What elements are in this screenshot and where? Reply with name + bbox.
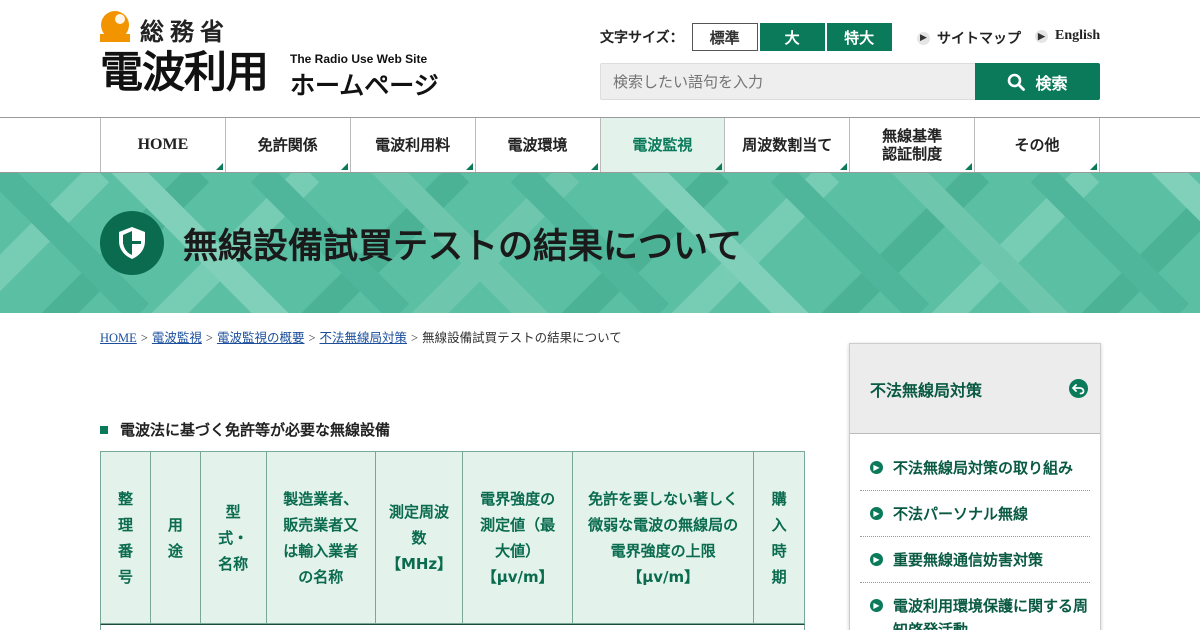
nav-item-certification[interactable]: 無線基準 認証制度: [850, 118, 976, 172]
column-header-purchase-date: 購入時期: [753, 451, 805, 624]
breadcrumb-separator: >: [205, 331, 213, 345]
chevron-right-icon: ▶: [870, 461, 883, 474]
logo-subtitle-ja: ホームページ: [290, 71, 439, 100]
column-header-manufacturer: 製造業者、販売業者又は輸入業者の名称: [265, 451, 376, 624]
column-header-number: 整理番号: [100, 451, 151, 624]
breadcrumb-link-illegal-stations[interactable]: 不法無線局対策: [320, 331, 408, 345]
page-title: 無線設備試買テストの結果について: [183, 227, 742, 267]
logo-mark-icon: [100, 11, 130, 42]
breadcrumb-link-monitoring[interactable]: 電波監視: [152, 331, 202, 345]
square-bullet-icon: [100, 425, 108, 434]
global-nav: HOME 免許関係 電波利用料 電波環境 電波監視 周波数割当て 無線基準 認証…: [0, 117, 1200, 173]
search-button[interactable]: 検索: [975, 63, 1100, 100]
section-heading: 電波法に基づく免許等が必要な無線設備: [100, 419, 390, 440]
nav-item-radio-monitoring[interactable]: 電波監視: [600, 118, 726, 172]
sidebar-title: 不法無線局対策: [870, 380, 983, 400]
breadcrumb-link-monitoring-overview[interactable]: 電波監視の概要: [217, 331, 305, 345]
breadcrumb-link-home[interactable]: HOME: [100, 331, 137, 345]
chevron-right-icon: ▶: [917, 31, 930, 45]
site-header: 総務省 電波利用 The Radio Use Web Site ホームページ 文…: [0, 0, 1200, 118]
font-size-standard-button[interactable]: 標準: [691, 23, 758, 51]
sidebar-item-interference-countermeasures[interactable]: ▶ 重要無線通信妨害対策: [860, 537, 1090, 583]
breadcrumb-separator: >: [140, 331, 148, 345]
logo-ministry-name: 総務省: [140, 18, 230, 46]
sidebar-item-illegal-personal-radio[interactable]: ▶ 不法パーソナル無線: [860, 491, 1090, 537]
font-size-extra-large-button[interactable]: 特大: [826, 23, 892, 51]
english-link-label: English: [1055, 28, 1101, 43]
sitemap-link-label: サイトマップ: [937, 31, 1021, 47]
nav-item-radio-fee[interactable]: 電波利用料: [351, 118, 476, 172]
chevron-right-icon: ▶: [870, 553, 883, 566]
nav-item-radio-environment[interactable]: 電波環境: [476, 118, 601, 172]
english-link[interactable]: ▶ English: [1035, 28, 1100, 44]
sidebar-menu: 不法無線局対策 ▶ 不法無線局対策の取り組み ▶ 不法パーソナル無線 ▶ 重要無…: [849, 343, 1101, 630]
column-header-field-strength: 電界強度の測定値（最大値）【μv/m】: [462, 451, 574, 624]
nav-item-licensing[interactable]: 免許関係: [226, 118, 351, 172]
chevron-right-icon: ▶: [1035, 29, 1048, 43]
search-button-label: 検索: [1035, 73, 1068, 93]
breadcrumb-current: 無線設備試買テストの結果について: [422, 330, 622, 345]
nav-item-other[interactable]: その他: [975, 118, 1100, 172]
nav-item-certification-label: 無線基準 認証制度: [882, 127, 943, 163]
breadcrumb-separator: >: [411, 331, 419, 345]
font-size-label: 文字サイズ：: [600, 30, 684, 46]
breadcrumb-separator: >: [308, 331, 316, 345]
page-banner: 無線設備試買テストの結果について: [0, 173, 1200, 313]
breadcrumb: HOME > 電波監視 > 電波監視の概要 > 不法無線局対策 > 無線設備試買テストの結果につ…: [100, 327, 622, 346]
sidebar-item-label: 電波利用環境保護に関する周知啓発活動: [893, 597, 1089, 630]
sidebar-item-label: 不法無線局対策の取り組み: [893, 459, 1074, 477]
chevron-right-icon: ▶: [870, 507, 883, 520]
return-icon[interactable]: [1069, 379, 1088, 398]
column-header-frequency: 測定周波数【MHz】: [374, 451, 464, 624]
sidebar-item-illegal-station-measures[interactable]: ▶ 不法無線局対策の取り組み: [860, 445, 1090, 491]
nav-item-frequency-allocation[interactable]: 周波数割当て: [725, 118, 851, 172]
sidebar-item-awareness-activities[interactable]: ▶ 電波利用環境保護に関する周知啓発活動: [860, 583, 1090, 630]
sidebar-item-label: 重要無線通信妨害対策: [893, 551, 1044, 569]
chevron-right-icon: ▶: [870, 599, 883, 612]
logo-subtitle-en: The Radio Use Web Site: [290, 52, 428, 66]
table-row: [100, 624, 805, 630]
column-header-upper-limit: 免許を要しない著しく微弱な電波の無線局の電界強度の上限【μv/m】: [572, 451, 755, 624]
results-table: 整理番号 用途 型式・名称 製造業者、販売業者又は輸入業者の名称 測定周波数【M…: [100, 451, 805, 630]
sidebar-item-label: 不法パーソナル無線: [893, 505, 1029, 523]
search-icon: [1008, 73, 1026, 91]
column-header-usage: 用途: [149, 451, 201, 624]
sidebar-header[interactable]: 不法無線局対策: [850, 344, 1100, 434]
search-input[interactable]: [600, 63, 976, 100]
site-logo[interactable]: 総務省 電波利用 The Radio Use Web Site ホームページ: [100, 10, 470, 100]
font-size-large-button[interactable]: 大: [759, 23, 825, 51]
nav-item-home[interactable]: HOME: [101, 118, 226, 172]
section-heading-text: 電波法に基づく免許等が必要な無線設備: [120, 421, 391, 439]
column-header-model: 型式・名称: [199, 451, 267, 624]
font-size-switcher: 文字サイズ： 標準 大 特大: [600, 23, 892, 51]
shield-icon: [100, 211, 164, 275]
logo-main-text: 電波利用: [100, 48, 269, 98]
sitemap-link[interactable]: ▶ サイトマップ: [917, 28, 1021, 48]
